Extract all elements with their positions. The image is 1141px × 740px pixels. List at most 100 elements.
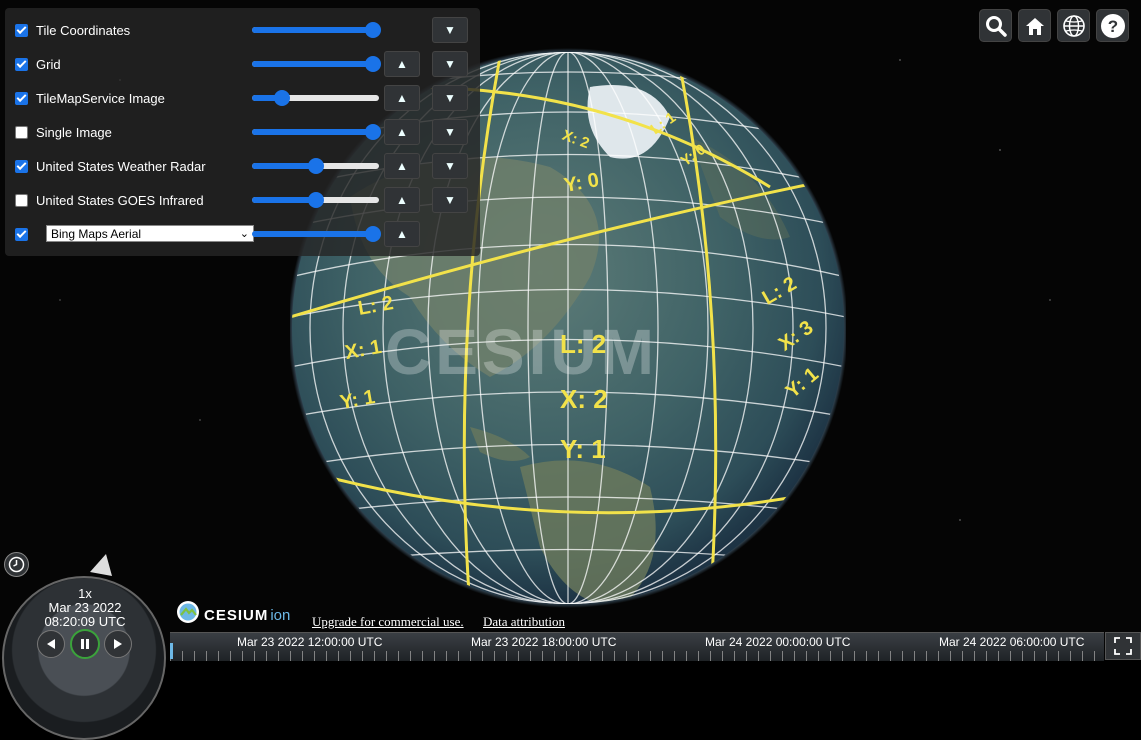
slider-fill (252, 129, 373, 135)
svg-text:?: ? (1107, 17, 1117, 36)
base-layer-select-value: Bing Maps Aerial (51, 226, 142, 241)
layer-alpha-slider[interactable] (252, 192, 379, 208)
timeline-label: Mar 24 2022 06:00:00 UTC (939, 635, 1085, 649)
layer-name: Grid (36, 56, 61, 72)
lower-layer-button[interactable]: ▼ (432, 85, 468, 111)
pause-button[interactable] (70, 629, 100, 659)
layer-visibility-checkbox[interactable] (15, 193, 28, 207)
layer-row: Bing Maps Aerial ⌄ (15, 220, 254, 248)
arrow-up-icon: ▲ (396, 159, 408, 173)
animation-speed: 1x (78, 586, 92, 601)
slider-thumb[interactable] (364, 226, 381, 242)
realtime-button[interactable] (4, 552, 29, 577)
slider-thumb[interactable] (307, 158, 324, 174)
layer-row: Grid (15, 50, 61, 78)
base-layer-select[interactable]: Bing Maps Aerial ⌄ (46, 225, 254, 242)
layer-row: United States Weather Radar (15, 152, 206, 180)
help-button[interactable]: ? (1096, 9, 1129, 42)
arrow-up-icon: ▲ (396, 227, 408, 241)
layer-alpha-slider[interactable] (252, 226, 381, 242)
layer-visibility-checkbox[interactable] (15, 125, 28, 139)
raise-layer-button[interactable]: ▲ (384, 221, 420, 247)
layer-row: United States GOES Infrared (15, 186, 204, 214)
lower-layer-button[interactable]: ▼ (432, 51, 468, 77)
lower-layer-button[interactable]: ▼ (432, 153, 468, 179)
slider-thumb[interactable] (364, 124, 381, 140)
raise-layer-button[interactable]: ▲ (384, 119, 420, 145)
slider-thumb[interactable] (364, 56, 381, 72)
timeline-label: Mar 23 2022 18:00:00 UTC (471, 635, 617, 649)
play-reverse-icon (47, 639, 55, 649)
fullscreen-button[interactable] (1105, 632, 1141, 660)
play-forward-icon (114, 639, 122, 649)
layer-row: TileMapService Image (15, 84, 165, 112)
upgrade-link[interactable]: Upgrade for commercial use. (312, 614, 464, 630)
slider-thumb[interactable] (364, 22, 381, 38)
arrow-down-icon: ▼ (444, 23, 456, 37)
home-button[interactable] (1018, 9, 1051, 42)
cesium-logo-text: CESIUM (204, 607, 269, 624)
layer-panel: Tile Coordinates ▼ Grid ▲ ▼ TileMapService Im… (5, 8, 480, 256)
layer-alpha-slider[interactable] (252, 56, 381, 72)
raise-layer-button[interactable]: ▲ (384, 85, 420, 111)
arrow-up-icon: ▲ (396, 91, 408, 105)
slider-fill (252, 231, 373, 237)
arrow-up-icon: ▲ (396, 57, 408, 71)
search-icon (985, 15, 1007, 37)
speed-pointer-icon[interactable] (86, 554, 114, 578)
layer-name: United States GOES Infrared (36, 192, 204, 208)
animation-time: 08:20:09 UTC (44, 614, 126, 629)
layer-name: Single Image (36, 124, 112, 140)
slider-thumb[interactable] (307, 192, 324, 208)
lower-layer-button[interactable]: ▼ (432, 187, 468, 213)
layer-name: TileMapService Image (36, 90, 165, 106)
play-reverse-button[interactable] (37, 630, 65, 658)
layer-visibility-checkbox[interactable] (15, 91, 28, 105)
arrow-up-icon: ▲ (396, 193, 408, 207)
layer-visibility-checkbox[interactable] (15, 23, 28, 37)
layer-alpha-slider[interactable] (252, 124, 381, 140)
slider-thumb[interactable] (274, 90, 291, 106)
cesium-logo-icon (177, 601, 199, 623)
layer-visibility-checkbox[interactable] (15, 227, 28, 241)
fullscreen-icon (1114, 637, 1132, 655)
slider-fill (252, 163, 316, 169)
raise-layer-button[interactable]: ▲ (384, 187, 420, 213)
timeline-label: Mar 23 2022 12:00:00 UTC (237, 635, 383, 649)
slider-fill (252, 197, 316, 203)
data-attribution-link[interactable]: Data attribution (483, 614, 565, 630)
clock-icon (8, 556, 25, 573)
arrow-down-icon: ▼ (444, 91, 456, 105)
animation-date: Mar 23 2022 (48, 600, 122, 615)
layer-alpha-slider[interactable] (252, 22, 381, 38)
raise-layer-button[interactable]: ▲ (384, 51, 420, 77)
layer-visibility-checkbox[interactable] (15, 57, 28, 71)
chevron-down-icon: ⌄ (239, 228, 249, 240)
geocoder-button[interactable] (979, 9, 1012, 42)
layer-row: Tile Coordinates (15, 16, 130, 44)
scene-mode-button[interactable] (1057, 9, 1090, 42)
cesium-watermark: CESIUM (385, 316, 658, 388)
lower-layer-button[interactable]: ▼ (432, 119, 468, 145)
slider-fill (252, 27, 373, 33)
help-icon: ? (1100, 13, 1125, 38)
layer-row: Single Image (15, 118, 112, 146)
slider-fill (252, 61, 373, 67)
layer-name: Tile Coordinates (36, 22, 131, 38)
layer-alpha-slider[interactable] (252, 158, 379, 174)
home-icon (1025, 17, 1044, 35)
ion-logo-text: ion (270, 607, 291, 624)
timeline[interactable]: Mar 23 2022 12:00:00 UTC Mar 23 2022 18:… (170, 632, 1104, 661)
globe-icon (1062, 14, 1085, 37)
layer-visibility-checkbox[interactable] (15, 159, 28, 173)
arrow-up-icon: ▲ (396, 125, 408, 139)
arrow-down-icon: ▼ (444, 193, 456, 207)
play-forward-button[interactable] (104, 630, 132, 658)
timeline-label: Mar 24 2022 00:00:00 UTC (705, 635, 851, 649)
arrow-down-icon: ▼ (444, 57, 456, 71)
timeline-needle[interactable] (170, 643, 173, 659)
lower-layer-button[interactable]: ▼ (432, 17, 468, 43)
raise-layer-button[interactable]: ▲ (384, 153, 420, 179)
cesium-ion-logo[interactable]: CESIUM ion (176, 600, 290, 624)
layer-alpha-slider[interactable] (252, 90, 379, 106)
